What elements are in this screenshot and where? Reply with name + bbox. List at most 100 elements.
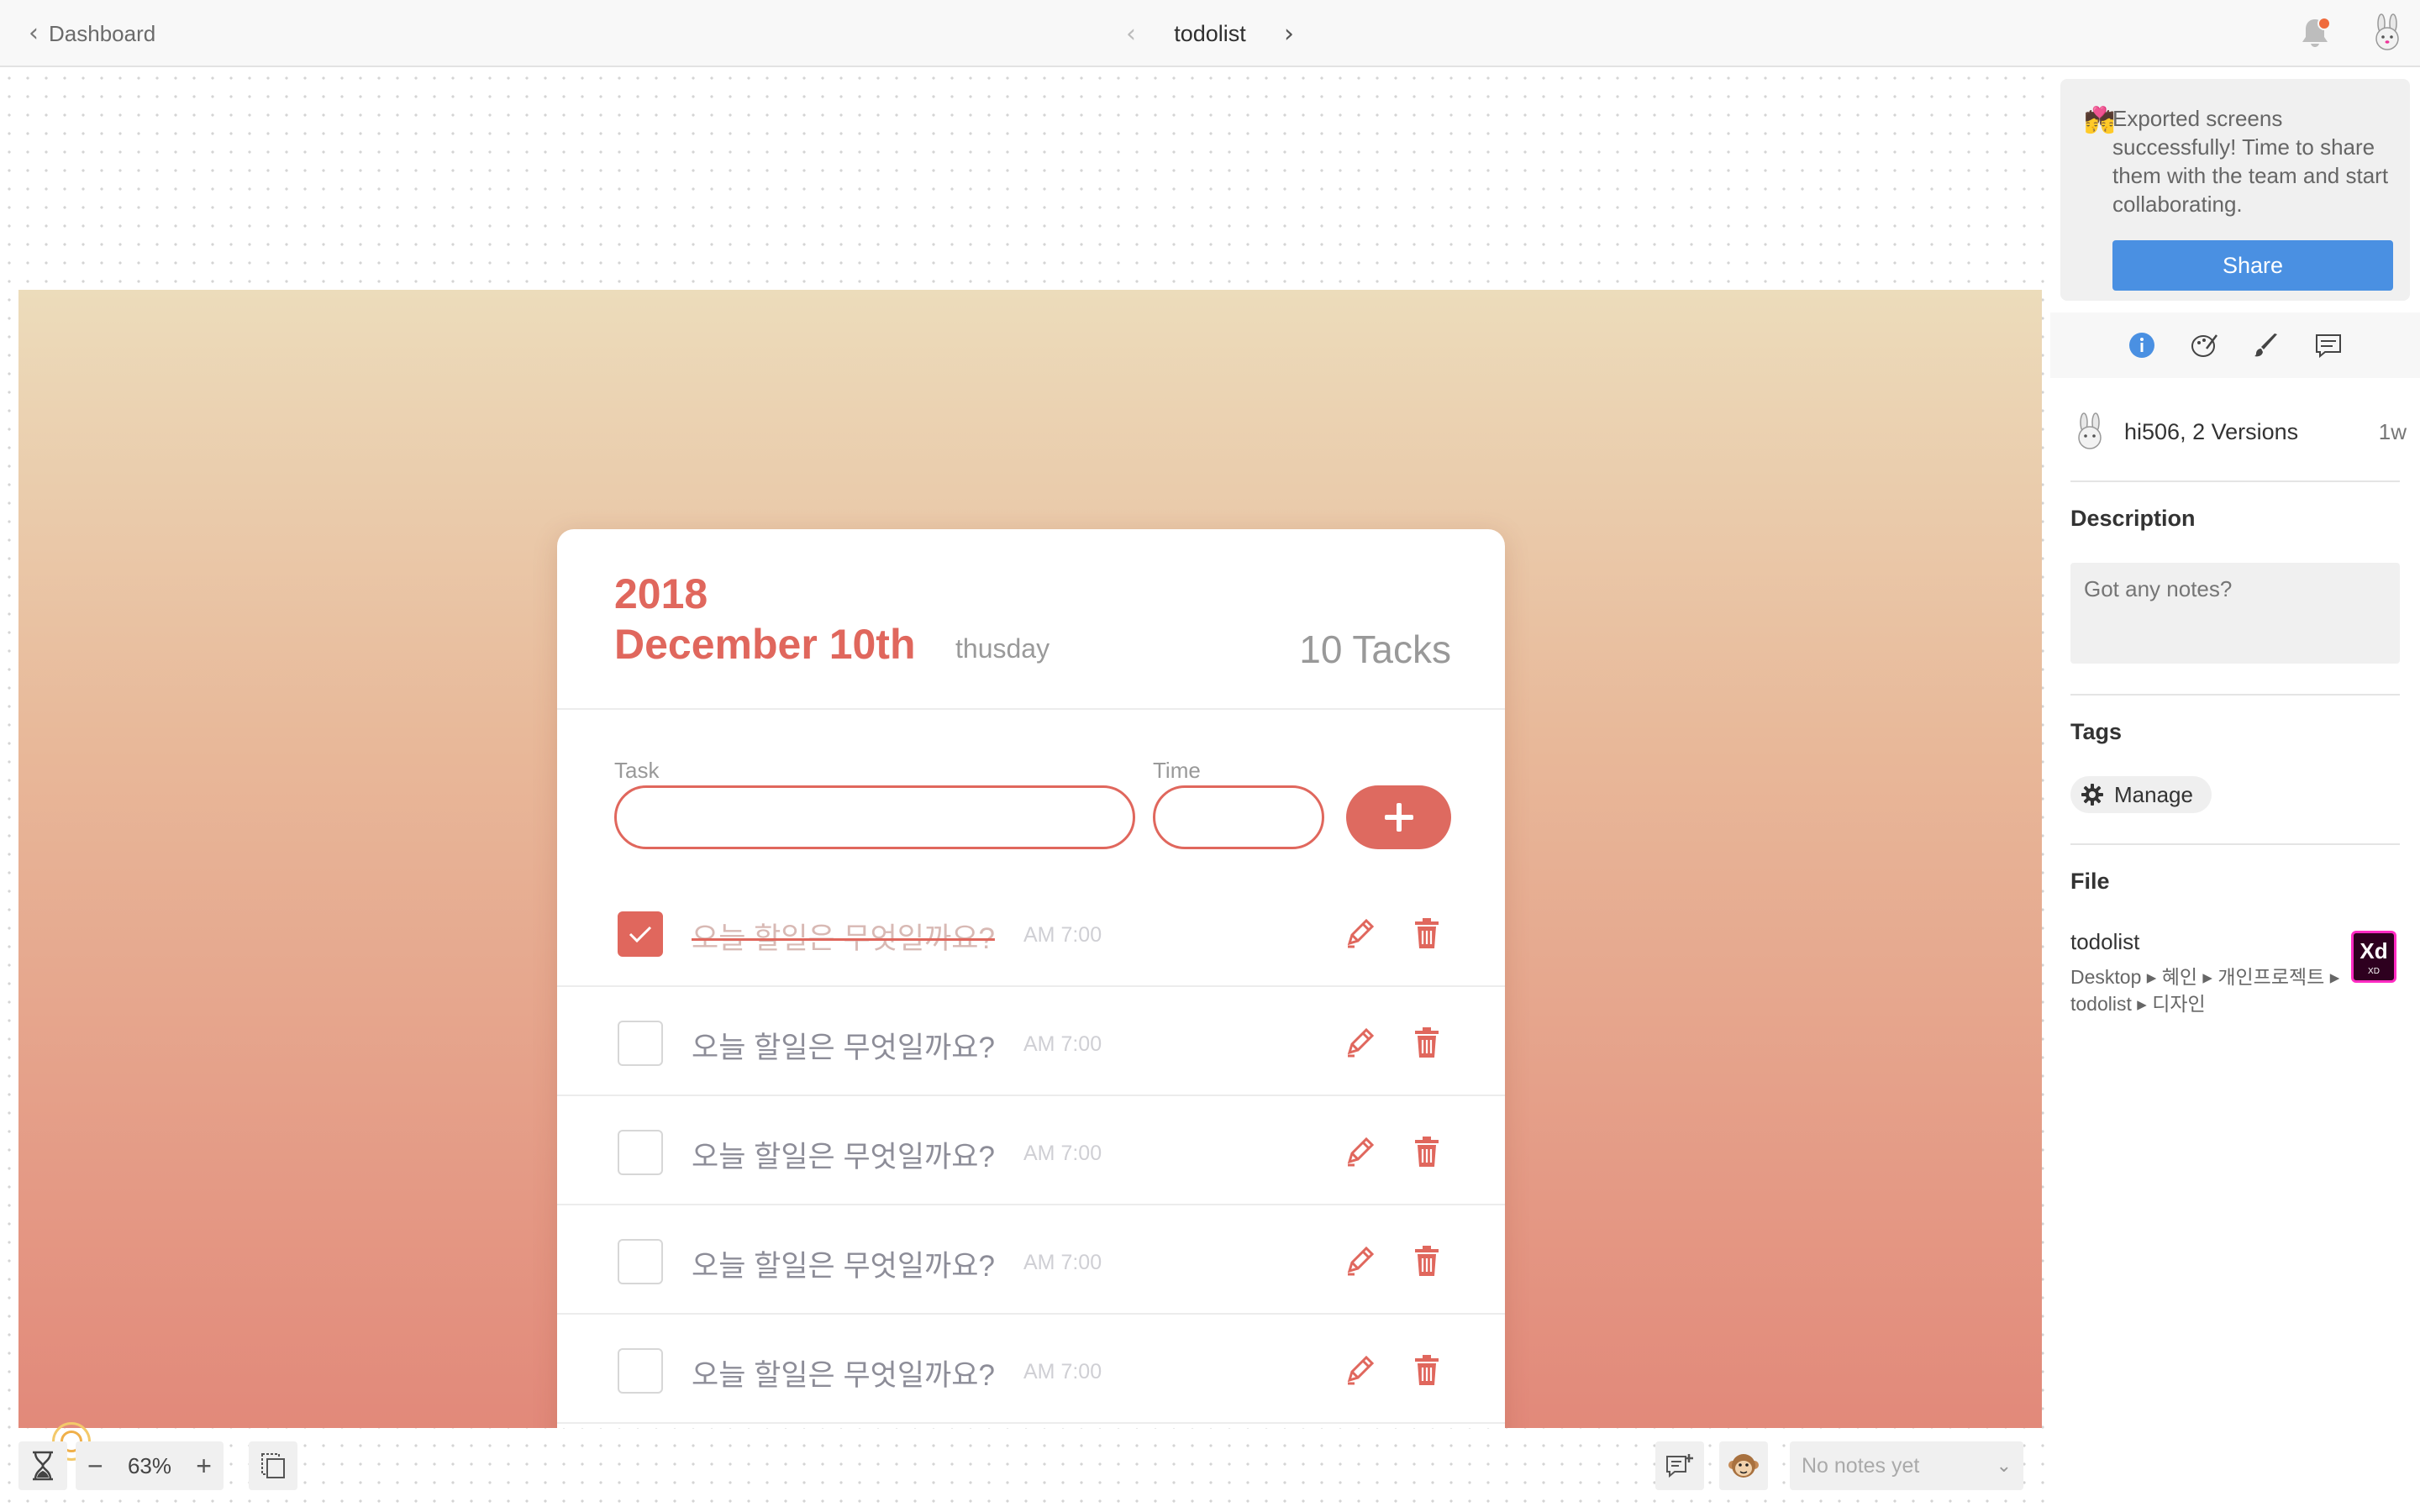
file-path: Desktop ▸ 혜인 ▸ 개인프로젝트 ▸ todolist ▸ 디자인 (2070, 966, 2340, 1015)
task-text: 오늘 할일은 무엇일까요? (692, 1032, 995, 1064)
card-header: 2018 December 10th thusday 10 Tacks (557, 529, 1505, 710)
xd-file-sublabel: XD (2368, 967, 2380, 976)
zoom-level: 63% (127, 1452, 172, 1478)
gear-icon (2081, 784, 2103, 806)
tags-title: Tags (2070, 719, 2123, 744)
prev-doc-chevron-icon[interactable]: ‹ (1126, 19, 1136, 49)
time-input[interactable] (1153, 785, 1324, 849)
bottom-right-toolbar: No notes yet ⌄ (1655, 1441, 2023, 1490)
back-to-dashboard-link[interactable]: ‹ Dashboard (29, 0, 155, 67)
artboard[interactable]: 2018 December 10th thusday 10 Tacks Task… (18, 290, 2042, 1428)
file-name: todolist (2070, 929, 2140, 954)
tab-style[interactable] (2251, 330, 2281, 360)
add-note-icon (1666, 1454, 1693, 1478)
manage-tags-button[interactable]: Manage (2070, 776, 2212, 813)
pencil-icon[interactable] (1343, 916, 1376, 950)
add-note-button[interactable] (1655, 1441, 1704, 1490)
trash-icon[interactable] (1413, 1135, 1441, 1168)
zoom-control: − 63% + (76, 1441, 224, 1490)
task-text: 오늘 할일은 무엇일까요? (692, 1359, 995, 1392)
add-task-button[interactable] (1346, 785, 1451, 849)
hourglass-button[interactable] (18, 1441, 67, 1490)
document-nav: ‹ todolist › (1126, 0, 1294, 67)
task-time: AM 7:00 (1023, 1032, 1102, 1056)
version-owner: hi506, 2 Versions 1w (2070, 408, 2407, 455)
check-icon (629, 926, 652, 943)
tab-appearance[interactable] (2189, 330, 2219, 360)
task-row[interactable]: 오늘 할일은 무엇일까요? AM 7:00 (557, 1205, 1505, 1315)
panel-tabs (2050, 312, 2420, 378)
description-field[interactable] (2070, 563, 2400, 664)
task-row[interactable]: 오늘 할일은 무엇일까요? AM 7:00 (557, 878, 1505, 987)
trash-icon[interactable] (1413, 1026, 1441, 1059)
task-input[interactable] (614, 785, 1135, 849)
task-checkbox[interactable] (618, 1348, 663, 1394)
trash-icon[interactable] (1413, 1353, 1441, 1387)
xd-file-icon[interactable]: Xd XD (2351, 931, 2396, 983)
manage-label: Manage (2114, 781, 2193, 807)
monkey-icon (1728, 1454, 1759, 1478)
brush-icon (2254, 333, 2277, 357)
task-time: AM 7:00 (1023, 1251, 1102, 1274)
zoom-out-minus-icon[interactable]: − (87, 1451, 103, 1482)
next-doc-chevron-icon[interactable]: › (1284, 19, 1294, 49)
owner-versions[interactable]: hi506, 2 Versions (2124, 419, 2298, 445)
weekday-label: thusday (955, 633, 1050, 664)
hourglass-icon (33, 1451, 53, 1481)
couple-emoji-icon: 💏 (2084, 106, 2116, 135)
tab-info[interactable] (2127, 330, 2157, 360)
comment-icon (2316, 334, 2341, 359)
task-row[interactable]: 오늘 할일은 무엇일까요? AM 7:00 (557, 1096, 1505, 1205)
xd-file-label: Xd (2360, 938, 2388, 963)
divider (2070, 843, 2400, 845)
back-label: Dashboard (49, 20, 156, 46)
notification-dot (2317, 17, 2331, 30)
toast-message: Exported screens successfully! Time to s… (2112, 106, 2389, 217)
task-text: 오늘 할일은 무엇일까요? (692, 922, 995, 955)
task-time: AM 7:00 (1023, 923, 1102, 947)
artboard-icon (261, 1453, 285, 1478)
task-text: 오늘 할일은 무엇일까요? (692, 1250, 995, 1283)
time-field-label: Time (1153, 758, 1201, 783)
year-label: 2018 (614, 570, 708, 617)
share-button[interactable]: Share (2112, 240, 2393, 291)
trash-icon[interactable] (1413, 916, 1441, 950)
task-checkbox[interactable] (618, 1130, 663, 1175)
design-canvas[interactable]: 2018 December 10th thusday 10 Tacks Task… (0, 69, 2050, 1512)
description-title: Description (2070, 506, 2196, 531)
pencil-icon[interactable] (1343, 1353, 1376, 1387)
divider (2070, 694, 2400, 696)
date-label: December 10th (614, 621, 916, 668)
divider (2070, 480, 2400, 482)
task-checkbox[interactable] (618, 911, 663, 957)
owner-time: 1w (2378, 418, 2407, 444)
pencil-icon[interactable] (1343, 1244, 1376, 1278)
task-row[interactable]: 오늘 할일은 무엇일까요? AM 7:00 (557, 987, 1505, 1096)
export-toast: 💏 Exported screens successfully! Time to… (2060, 79, 2410, 301)
tab-comments[interactable] (2313, 330, 2344, 360)
chevron-down-icon: ⌄ (1996, 1455, 2012, 1477)
task-checkbox[interactable] (618, 1239, 663, 1284)
right-panel: 💏 Exported screens successfully! Time to… (2050, 69, 2420, 1512)
task-field-label: Task (614, 758, 660, 783)
bunny-avatar-icon (2078, 412, 2102, 449)
task-row[interactable]: 오늘 할일은 무엇일까요? AM 7:00 (557, 1315, 1505, 1424)
todo-card: 2018 December 10th thusday 10 Tacks Task… (557, 529, 1505, 1428)
task-time: AM 7:00 (1023, 1142, 1102, 1165)
plus-icon (1384, 803, 1413, 832)
task-checkbox[interactable] (618, 1021, 663, 1066)
pencil-icon[interactable] (1343, 1135, 1376, 1168)
top-bar: ‹ Dashboard ‹ todolist › (0, 0, 2420, 67)
chevron-left-icon: ‹ (29, 18, 39, 48)
pencil-icon[interactable] (1343, 1026, 1376, 1059)
bottom-left-toolbar: − 63% + (18, 1441, 297, 1490)
trash-icon[interactable] (1413, 1244, 1441, 1278)
palette-icon (2191, 334, 2217, 357)
notes-dropdown[interactable]: No notes yet ⌄ (1790, 1441, 2023, 1490)
bunny-avatar-icon[interactable] (2368, 13, 2407, 52)
document-title: todolist (1174, 20, 1246, 46)
zoom-in-plus-icon[interactable]: + (196, 1451, 212, 1482)
artboard-button[interactable] (249, 1441, 297, 1490)
monkey-avatar-button[interactable] (1719, 1441, 1768, 1490)
task-count: 10 Tacks (1299, 627, 1451, 671)
